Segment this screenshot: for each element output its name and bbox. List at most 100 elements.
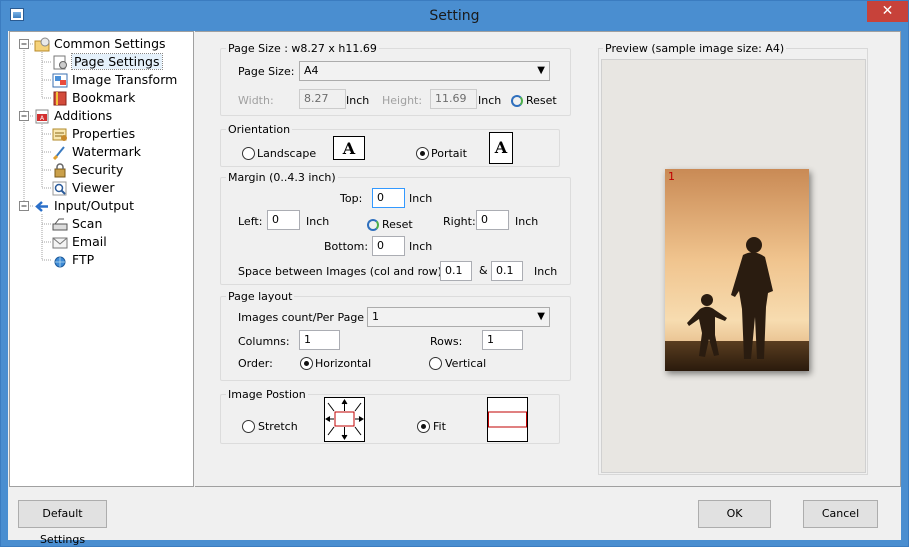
width-field[interactable]: 8.27 (299, 89, 346, 109)
sample-photo-image (665, 169, 809, 371)
right-margin-unit: Inch (515, 215, 539, 228)
ok-button[interactable]: OK (698, 500, 771, 528)
height-field[interactable]: 11.69 (430, 89, 477, 109)
reset-label: Reset (526, 94, 557, 107)
vertical-label: Vertical (445, 357, 487, 370)
tree-item-label: Input/Output (54, 198, 134, 213)
chevron-down-icon: ▼ (537, 311, 545, 322)
tree-item-ftp[interactable]: FTP (52, 251, 94, 269)
space-col-field[interactable]: 0.1 (440, 261, 472, 281)
order-label: Order: (238, 357, 273, 370)
security-lock-icon (52, 163, 68, 178)
tree-item-additions[interactable]: A Additions (34, 107, 112, 125)
tree-item-viewer[interactable]: Viewer (52, 179, 115, 197)
tree-item-label: Email (72, 234, 107, 249)
title-bar[interactable]: Setting ✕ (1, 1, 908, 31)
preview-page-number: 1 (668, 170, 675, 183)
landscape-label: Landscape (257, 147, 317, 160)
preview-canvas: 1 (601, 59, 866, 473)
bottom-margin-unit: Inch (409, 240, 433, 253)
stretch-radio[interactable] (242, 420, 255, 433)
viewer-magnifier-icon (52, 181, 68, 196)
tree-item-bookmark[interactable]: Bookmark (52, 89, 135, 107)
bottom-margin-field[interactable]: 0 (372, 236, 405, 256)
dialog-button-bar: Default Settings OK Cancel (8, 487, 901, 546)
page-settings-icon (52, 55, 68, 70)
image-position-group-title: Image Postion (226, 388, 308, 401)
images-count-label: Images count/Per Page (238, 311, 365, 324)
space-row-field[interactable]: 0.1 (491, 261, 523, 281)
page-size-select-value: A4 (304, 64, 319, 77)
email-envelope-icon (52, 235, 68, 250)
tree-item-email[interactable]: Email (52, 233, 107, 251)
tree-item-label: Security (72, 162, 124, 177)
margin-group: Margin (0..4.3 inch) Top: 0 Inch Left: 0… (220, 171, 571, 285)
space-unit: Inch (534, 265, 558, 278)
tree-item-page-settings[interactable]: Page Settings (52, 53, 163, 71)
orientation-group: Orientation Landscape A Portait A (220, 123, 560, 167)
tree-item-label: Page Settings (71, 53, 163, 70)
window-title: Setting (429, 8, 480, 24)
orientation-group-title: Orientation (226, 123, 293, 136)
height-unit: Inch (478, 94, 502, 107)
tree-item-label: FTP (72, 252, 95, 267)
chevron-down-icon: ▼ (537, 65, 545, 76)
page-size-group: Page Size : w8.27 x h11.69 Page Size: A4… (220, 42, 571, 116)
horizontal-radio[interactable] (300, 357, 313, 370)
top-margin-field[interactable]: 0 (372, 188, 405, 208)
margin-group-title: Margin (0..4.3 inch) (226, 171, 338, 184)
close-button[interactable]: ✕ (867, 1, 908, 22)
settings-folder-icon (34, 37, 50, 52)
space-between-label: Space between Images (col and row) : (238, 265, 450, 278)
tree-item-label: Properties (72, 126, 136, 141)
default-settings-button[interactable]: Default Settings (18, 500, 107, 546)
rows-field[interactable]: 1 (482, 330, 523, 350)
settings-panel: Page Size : w8.27 x h11.69 Page Size: A4… (195, 31, 901, 487)
height-label: Height: (382, 94, 423, 107)
tree-item-input-output[interactable]: Input/Output (34, 197, 134, 215)
preview-group: Preview (sample image size: A4) 1 (598, 42, 868, 475)
page-size-select[interactable]: A4 ▼ (299, 61, 550, 81)
image-transform-icon (52, 73, 68, 88)
fit-frame-icon (487, 397, 528, 442)
tree-item-label: Scan (72, 216, 103, 231)
horizontal-label: Horizontal (315, 357, 372, 370)
bookmark-icon (52, 91, 68, 106)
portrait-radio[interactable] (416, 147, 429, 160)
left-margin-label: Left: (238, 215, 263, 228)
margin-reset-button[interactable]: Reset (367, 218, 413, 231)
cancel-button[interactable]: Cancel (803, 500, 878, 528)
left-margin-unit: Inch (306, 215, 330, 228)
tree-item-label: Additions (54, 108, 113, 123)
tree-item-image-transform[interactable]: Image Transform (52, 71, 177, 89)
scanner-icon (52, 217, 68, 232)
tree-item-scan[interactable]: Scan (52, 215, 102, 233)
landscape-radio[interactable] (242, 147, 255, 160)
stretch-label: Stretch (258, 420, 298, 433)
refresh-icon (367, 219, 379, 231)
settings-tree[interactable]: Common Settings Page Settings Image Tran… (9, 31, 194, 487)
images-count-select[interactable]: 1 ▼ (367, 307, 550, 327)
columns-field[interactable]: 1 (299, 330, 340, 350)
pdf-icon: A (34, 109, 50, 124)
input-output-arrow-icon (34, 199, 50, 214)
ftp-globe-icon (52, 253, 68, 268)
reset-label: Reset (382, 218, 413, 231)
preview-title: Preview (sample image size: A4) (603, 42, 787, 55)
tree-item-watermark[interactable]: Watermark (52, 143, 141, 161)
page-layout-group: Page layout Images count/Per Page 1 ▼ Co… (220, 290, 571, 381)
page-size-reset-button[interactable]: Reset (511, 94, 557, 107)
width-label: Width: (238, 94, 274, 107)
tree-item-properties[interactable]: Properties (52, 125, 135, 143)
images-count-select-value: 1 (372, 310, 379, 323)
portrait-label: Portait (431, 147, 467, 160)
page-size-label: Page Size: (238, 65, 295, 78)
vertical-radio[interactable] (429, 357, 442, 370)
tree-item-security[interactable]: Security (52, 161, 123, 179)
portrait-page-icon: A (489, 132, 513, 164)
left-margin-field[interactable]: 0 (267, 210, 300, 230)
right-margin-field[interactable]: 0 (476, 210, 509, 230)
tree-item-common-settings[interactable]: Common Settings (34, 35, 166, 53)
tree-item-label: Viewer (72, 180, 115, 195)
fit-radio[interactable] (417, 420, 430, 433)
